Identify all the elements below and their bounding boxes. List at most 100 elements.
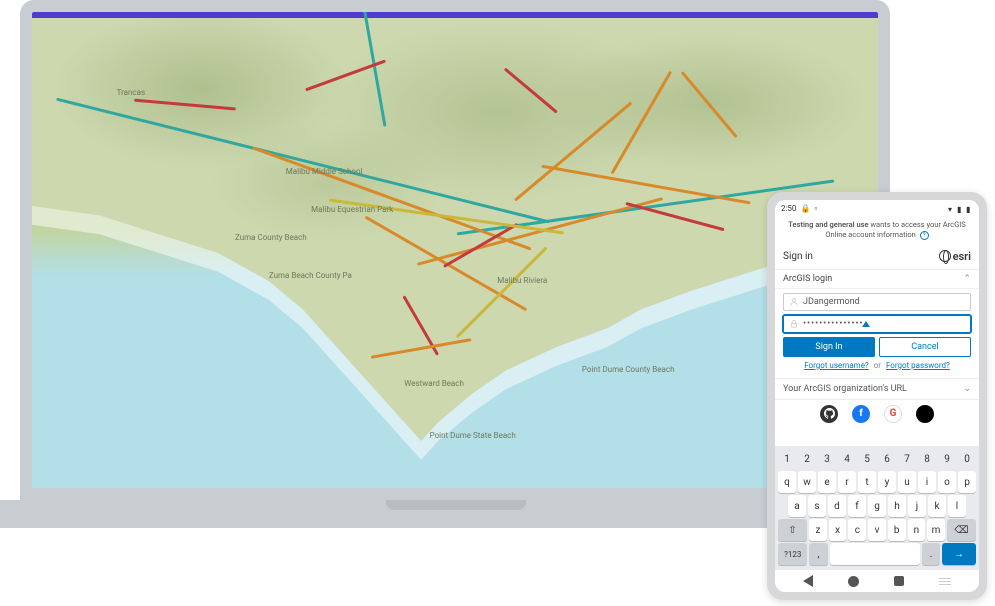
facebook-login-button[interactable]: f [852, 405, 870, 423]
map-label-zuma-county-beach: Zuma County Beach [235, 234, 307, 243]
battery-icon: ▮ [966, 205, 973, 212]
key-1[interactable]: 1 [778, 449, 796, 469]
nav-back-button[interactable] [803, 575, 813, 587]
key-3[interactable]: 3 [818, 449, 836, 469]
key-q[interactable]: q [778, 471, 796, 493]
key-6[interactable]: 6 [878, 449, 896, 469]
chevron-down-icon: ⌄ [963, 384, 971, 394]
key-v[interactable]: v [868, 519, 886, 541]
key-u[interactable]: u [898, 471, 916, 493]
username-input[interactable]: JDangermond [783, 293, 971, 311]
info-icon[interactable]: ? [920, 231, 929, 240]
key-f[interactable]: f [848, 495, 866, 517]
key-9[interactable]: 9 [938, 449, 956, 469]
status-bar: 2:50 🔒 ▫ ▾ ▮ ▮ [775, 200, 979, 216]
lock-icon [789, 319, 799, 329]
signal-icon: ▮ [957, 205, 964, 212]
kb-row-2: qwertyuiop [778, 471, 976, 493]
key-b[interactable]: b [888, 519, 906, 541]
key-i[interactable]: i [918, 471, 936, 493]
key-h[interactable]: h [888, 495, 906, 517]
key-4[interactable]: 4 [838, 449, 856, 469]
map-label-malibu-riviera: Malibu Riviera [497, 277, 547, 286]
key-c[interactable]: c [848, 519, 866, 541]
org-url-toggle[interactable]: Your ArcGIS organization's URL ⌄ [775, 378, 979, 400]
comma-key[interactable]: , [809, 543, 827, 565]
nav-home-button[interactable] [848, 576, 859, 587]
status-time: 2:50 [781, 204, 796, 213]
road-layer [32, 18, 878, 488]
key-w[interactable]: w [798, 471, 816, 493]
key-t[interactable]: t [858, 471, 876, 493]
social-login-row: f G [775, 400, 979, 428]
key-l[interactable]: l [948, 495, 966, 517]
nav-keyboard-icon[interactable] [939, 577, 951, 585]
kb-row-4: ⇧ zxcvbnm ⌫ [778, 519, 976, 541]
arcgis-login-toggle[interactable]: ArcGIS login ⌃ [775, 270, 979, 289]
map-label-westward-beach: Westward Beach [404, 380, 464, 389]
key-x[interactable]: x [829, 519, 847, 541]
key-0[interactable]: 0 [958, 449, 976, 469]
key-n[interactable]: n [908, 519, 926, 541]
android-nav-bar [775, 570, 979, 592]
shift-key[interactable]: ⇧ [778, 519, 807, 541]
nav-recent-button[interactable] [894, 576, 904, 586]
kb-row-numbers: 1234567890 [778, 449, 976, 469]
map-label-trancas: Trancas [117, 89, 145, 98]
login-form: JDangermond ••••••••••••••• Sign In Canc… [775, 289, 979, 378]
lock-icon: 🔒 [800, 204, 810, 213]
backspace-key[interactable]: ⌫ [947, 519, 976, 541]
map-label-zuma-beach-county: Zuma Beach County Pa [269, 272, 352, 281]
signin-header: Sign in esri [775, 244, 979, 270]
key-m[interactable]: m [927, 519, 945, 541]
soft-keyboard: 1234567890 qwertyuiop asdfghjkl ⇧ zxcvbn… [775, 446, 979, 570]
key-p[interactable]: p [958, 471, 976, 493]
key-d[interactable]: d [828, 495, 846, 517]
key-5[interactable]: 5 [858, 449, 876, 469]
map-label-point-dume-state: Point Dume State Beach [430, 432, 516, 441]
key-e[interactable]: e [818, 471, 836, 493]
phone-frame: 2:50 🔒 ▫ ▾ ▮ ▮ Testing and general use w… [767, 192, 987, 600]
text-cursor-handle[interactable] [862, 321, 870, 327]
key-7[interactable]: 7 [898, 449, 916, 469]
key-r[interactable]: r [838, 471, 856, 493]
laptop-notch [386, 500, 526, 510]
forgot-username-link[interactable]: Forgot username? [804, 361, 869, 370]
apple-login-button[interactable] [916, 405, 934, 423]
key-8[interactable]: 8 [918, 449, 936, 469]
signin-title: Sign in [783, 251, 813, 262]
key-z[interactable]: z [809, 519, 827, 541]
phone-screen: 2:50 🔒 ▫ ▾ ▮ ▮ Testing and general use w… [775, 200, 979, 592]
key-s[interactable]: s [808, 495, 826, 517]
laptop-frame: Trancas Malibu Middle School Malibu Eque… [20, 0, 890, 530]
key-o[interactable]: o [938, 471, 956, 493]
forgot-links: Forgot username? or Forgot password? [783, 361, 971, 370]
map-label-malibu-middle: Malibu Middle School [286, 168, 363, 177]
google-login-button[interactable]: G [884, 405, 902, 423]
key-2[interactable]: 2 [798, 449, 816, 469]
key-a[interactable]: a [788, 495, 806, 517]
symbols-key[interactable]: ?123 [778, 543, 807, 565]
laptop-screen: Trancas Malibu Middle School Malibu Eque… [20, 0, 890, 500]
forgot-password-link[interactable]: Forgot password? [886, 361, 950, 370]
user-icon [789, 297, 799, 307]
kb-row-3: asdfghjkl [778, 495, 976, 517]
key-g[interactable]: g [868, 495, 886, 517]
map-label-point-dume-county: Point Dume County Beach [582, 366, 675, 375]
esri-logo: esri [939, 250, 971, 263]
cancel-button[interactable]: Cancel [879, 337, 971, 357]
password-input[interactable]: ••••••••••••••• [783, 315, 971, 333]
access-banner: Testing and general use wants to access … [775, 216, 979, 244]
globe-icon [939, 250, 951, 262]
banner-app-name: Testing and general use [788, 220, 868, 229]
key-k[interactable]: k [928, 495, 946, 517]
github-login-button[interactable] [820, 405, 838, 423]
signin-button[interactable]: Sign In [783, 337, 875, 357]
space-key[interactable] [830, 543, 920, 565]
map-canvas[interactable]: Trancas Malibu Middle School Malibu Eque… [32, 18, 878, 488]
chevron-up-icon: ⌃ [963, 274, 971, 284]
key-j[interactable]: j [908, 495, 926, 517]
period-key[interactable]: . [922, 543, 940, 565]
enter-key[interactable]: → [942, 543, 976, 565]
key-y[interactable]: y [878, 471, 896, 493]
